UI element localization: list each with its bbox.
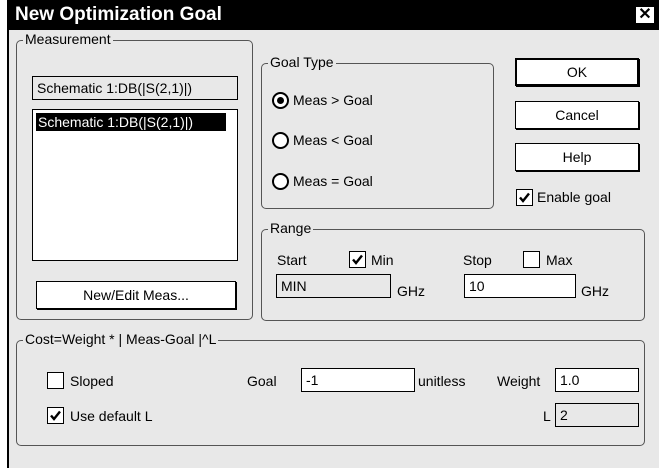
dialog-window: New Optimization Goal ✕ Measurement Sche… <box>7 0 659 468</box>
close-button[interactable]: ✕ <box>635 6 655 24</box>
weight-label: Weight <box>497 373 541 389</box>
min-checkbox[interactable] <box>349 251 366 268</box>
help-button[interactable]: Help <box>515 143 639 171</box>
start-label: Start <box>277 252 307 268</box>
max-label: Max <box>546 252 573 268</box>
measurement-list[interactable]: Schematic 1:DB(|S(2,1)|) <box>32 109 238 261</box>
weight-field[interactable]: 1.0 <box>555 368 639 392</box>
checkmark-icon <box>519 192 530 203</box>
radio-meas-less[interactable] <box>272 132 289 149</box>
max-checkbox[interactable] <box>523 251 540 268</box>
radio-meas-equal-label: Meas = Goal <box>293 173 373 189</box>
checkmark-icon <box>50 410 61 421</box>
enable-goal-checkbox[interactable] <box>516 189 533 206</box>
stop-unit: GHz <box>581 283 609 299</box>
radio-selected-dot <box>277 97 284 104</box>
stop-field[interactable]: 10 <box>464 274 576 298</box>
min-label: Min <box>371 252 394 268</box>
list-item[interactable]: Schematic 1:DB(|S(2,1)|) <box>36 113 226 131</box>
close-icon: ✕ <box>638 6 652 23</box>
use-default-l-label: Use default L <box>70 408 153 424</box>
new-edit-meas-button[interactable]: New/Edit Meas... <box>36 281 236 309</box>
cancel-button[interactable]: Cancel <box>515 101 639 129</box>
start-unit: GHz <box>397 283 425 299</box>
cost-legend: Cost=Weight * | Meas-Goal |^L <box>23 331 219 347</box>
goal-label: Goal <box>247 373 277 389</box>
sloped-checkbox[interactable] <box>47 372 64 389</box>
measurement-legend: Measurement <box>23 31 113 47</box>
enable-goal-label: Enable goal <box>537 189 611 205</box>
l-label: L <box>543 408 551 424</box>
goal-unit: unitless <box>418 373 466 389</box>
stop-label: Stop <box>463 252 492 268</box>
range-legend: Range <box>268 220 314 236</box>
use-default-l-checkbox[interactable] <box>47 407 64 424</box>
radio-meas-less-label: Meas < Goal <box>293 132 373 148</box>
radio-meas-greater[interactable] <box>272 92 289 109</box>
checkmark-icon <box>352 254 363 265</box>
radio-meas-greater-label: Meas > Goal <box>293 92 373 108</box>
start-field: MIN <box>276 274 391 298</box>
cost-group: Cost=Weight * | Meas-Goal |^L <box>16 331 645 446</box>
goal-type-legend: Goal Type <box>268 54 336 70</box>
goal-field[interactable]: -1 <box>301 368 415 392</box>
measurement-current-field: Schematic 1:DB(|S(2,1)|) <box>32 76 238 100</box>
l-field: 2 <box>555 403 639 427</box>
title-bar[interactable]: New Optimization Goal ✕ <box>9 0 659 30</box>
radio-meas-equal[interactable] <box>272 173 289 190</box>
sloped-label: Sloped <box>70 373 114 389</box>
ok-button[interactable]: OK <box>515 58 639 86</box>
dialog-title: New Optimization Goal <box>15 4 222 25</box>
